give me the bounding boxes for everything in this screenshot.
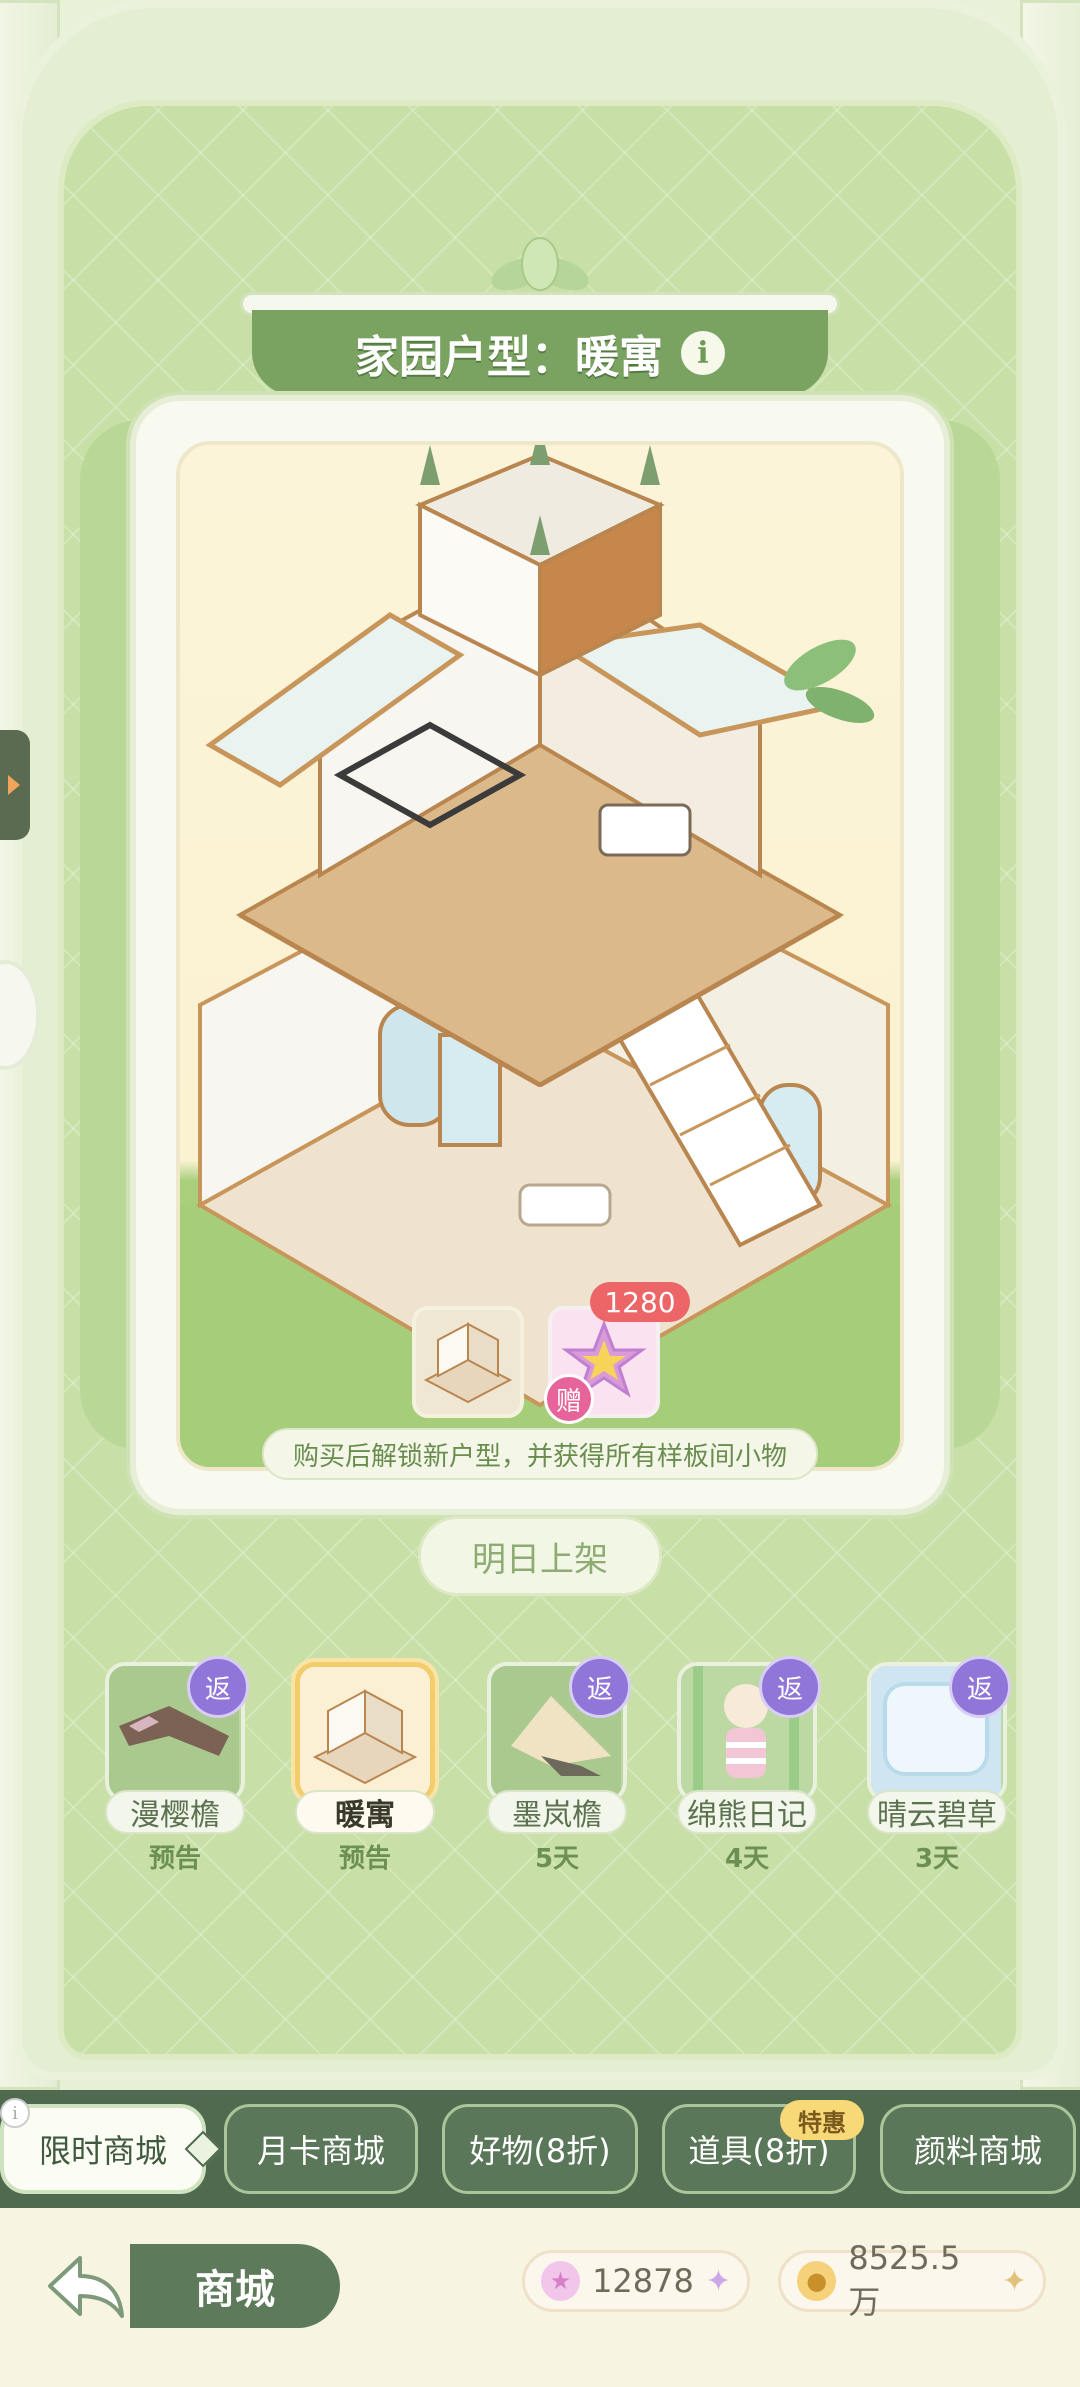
unlock-note: 购买后解锁新户型，并获得所有样板间小物: [262, 1428, 818, 1480]
coin-currency-icon: ●: [797, 2261, 837, 2301]
info-icon[interactable]: i: [681, 331, 725, 375]
item-status: 4天: [724, 1844, 770, 1874]
item-card-mianxiong-riji[interactable]: 返 绵熊日记 4天: [672, 1656, 822, 1875]
tab-dye-shop[interactable]: 颜料商城: [880, 2104, 1076, 2194]
item-status: 预告: [338, 1844, 391, 1874]
star-currency[interactable]: ★ 12878 ✦: [522, 2250, 750, 2312]
gift-badge: 赠: [544, 1374, 594, 1424]
coin-currency[interactable]: ● 8525.5万 ✦: [778, 2239, 1046, 2321]
bonus-count-badge: 1280: [590, 1282, 690, 1322]
item-card-molanyan[interactable]: 返 墨岚檐 5天: [482, 1656, 632, 1875]
release-status-button[interactable]: 明日上架: [418, 1516, 662, 1596]
add-coins-icon[interactable]: ✦: [1002, 2264, 1027, 2299]
item-name: 墨岚檐: [487, 1790, 627, 1834]
add-stars-icon[interactable]: ✦: [706, 2264, 731, 2299]
main-stage: 家园户型：暖寓 i 1280 赠 购买后解锁新户型，并获得所有样板间小物 明日上…: [0, 0, 1080, 2090]
special-offer-badge: 特惠: [780, 2100, 864, 2140]
shop-title: 商城: [130, 2244, 340, 2328]
page-title: 家园户型：暖寓: [355, 332, 663, 383]
item-thumbnail: [295, 1662, 435, 1802]
item-name: 绵熊日记: [677, 1790, 817, 1834]
item-name: 暖寓: [295, 1790, 435, 1834]
house-illustration: [180, 445, 900, 1467]
star-currency-amount: 12878: [592, 2262, 694, 2300]
house-type-title: 家园户型：暖寓 i: [252, 310, 828, 396]
item-card-nuanyu[interactable]: 暖寓 预告: [290, 1662, 440, 1875]
item-card-qingyun-bicao[interactable]: 返 晴云碧草 3天: [862, 1656, 1012, 1875]
house-icon: [300, 1667, 430, 1797]
house-thumbnail-icon: [423, 1322, 513, 1404]
tab-monthly-card-shop[interactable]: 月卡商城: [224, 2104, 418, 2194]
house-preview: [176, 441, 904, 1471]
item-status: 预告: [148, 1844, 201, 1874]
item-name: 晴云碧草: [867, 1790, 1007, 1834]
house-thumbnail[interactable]: [412, 1306, 524, 1418]
item-card-manyingyan[interactable]: 返 漫樱檐 预告: [100, 1656, 250, 1875]
coin-currency-amount: 8525.5万: [848, 2239, 961, 2321]
return-badge: 返: [949, 1656, 1011, 1718]
tab-goods-discount[interactable]: 好物(8折): [442, 2104, 638, 2194]
return-badge: 返: [759, 1656, 821, 1718]
return-badge: 返: [569, 1656, 631, 1718]
star-currency-icon: ★: [541, 2261, 581, 2301]
item-name: 漫樱檐: [105, 1790, 245, 1834]
side-expand-tab[interactable]: [0, 730, 30, 840]
return-badge: 返: [187, 1656, 249, 1718]
item-status: 3天: [914, 1844, 960, 1874]
item-status: 5天: [534, 1844, 580, 1874]
preview-card: [130, 395, 950, 1515]
tab-info-icon[interactable]: i: [0, 2098, 30, 2128]
tab-limited-shop[interactable]: 限时商城: [0, 2104, 206, 2194]
back-arrow-icon[interactable]: [40, 2248, 130, 2324]
leaf-crest-icon: [491, 237, 589, 291]
